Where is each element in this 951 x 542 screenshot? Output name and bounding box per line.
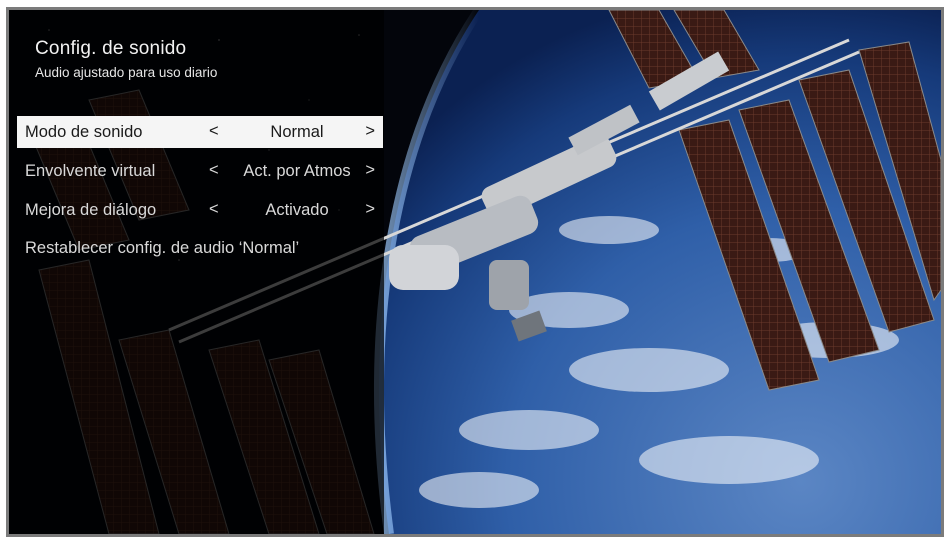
setting-value: Activado	[265, 201, 329, 219]
setting-row-virtual-surround[interactable]: Envolvente virtual < Act. por Atmos >	[17, 155, 383, 187]
chevron-left-icon[interactable]: <	[209, 122, 219, 141]
panel-subtitle: Audio ajustado para uso diario	[35, 65, 218, 80]
setting-row-dialog-enhancement[interactable]: Mejora de diálogo < Activado >	[17, 194, 383, 226]
chevron-right-icon[interactable]: >	[365, 200, 375, 219]
reset-audio-settings-button[interactable]: Restablecer config. de audio ‘Normal’	[17, 232, 391, 264]
chevron-left-icon[interactable]: <	[209, 200, 219, 219]
setting-label: Envolvente virtual	[25, 162, 156, 180]
chevron-left-icon[interactable]: <	[209, 161, 219, 180]
setting-value: Act. por Atmos	[243, 162, 351, 180]
chevron-right-icon[interactable]: >	[365, 122, 375, 141]
setting-value: Normal	[270, 123, 324, 141]
reset-label: Restablecer config. de audio ‘Normal’	[25, 239, 300, 257]
chevron-right-icon[interactable]: >	[365, 161, 375, 180]
setting-row-sound-mode[interactable]: Modo de sonido < Normal >	[17, 116, 383, 148]
panel-title: Config. de sonido	[35, 38, 187, 59]
setting-label: Modo de sonido	[25, 123, 143, 141]
tv-screen: Config. de sonido Audio ajustado para us…	[6, 7, 944, 537]
settings-panel: Config. de sonido Audio ajustado para us…	[9, 10, 384, 534]
setting-label: Mejora de diálogo	[25, 201, 157, 219]
